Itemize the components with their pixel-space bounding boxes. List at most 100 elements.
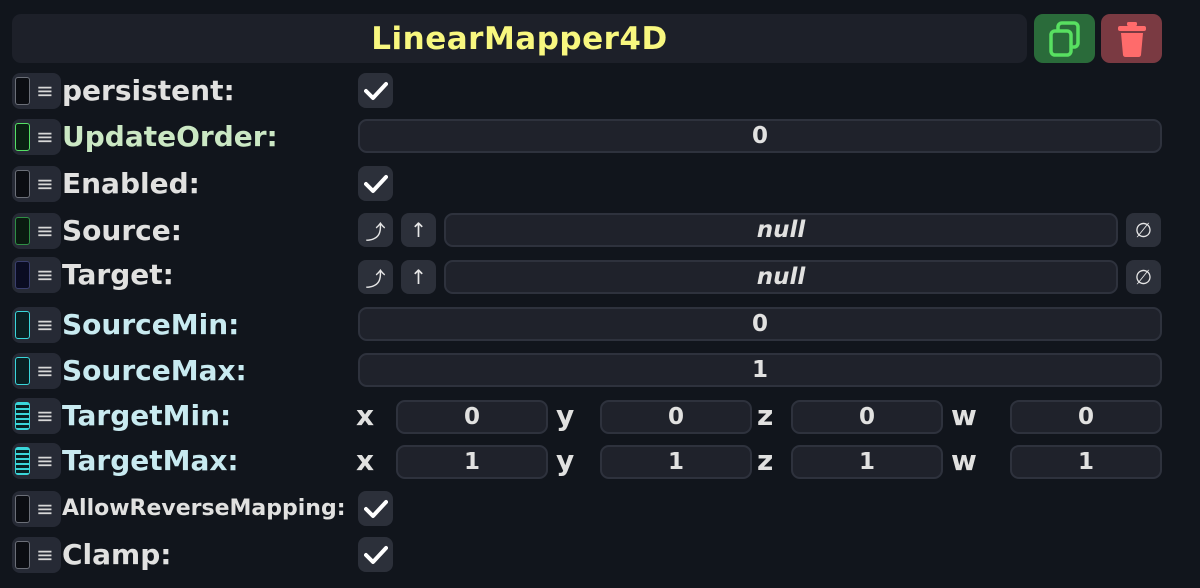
menu-icon[interactable]: ≡ xyxy=(36,360,54,382)
axis-label-y: y xyxy=(556,444,575,477)
axis-label-w: w xyxy=(951,399,977,432)
axis-label-x: x xyxy=(356,444,375,477)
field-drag-handle[interactable]: ≡ xyxy=(12,119,61,155)
field-drag-handle[interactable]: ≡ xyxy=(12,307,61,343)
duplicate-button[interactable] xyxy=(1034,14,1095,63)
target-min-z-input[interactable]: 0 xyxy=(791,400,943,434)
axis-label-w: w xyxy=(951,444,977,477)
field-type-indicator xyxy=(15,77,30,105)
field-row-source-min: ≡ SourceMin: 0 xyxy=(0,305,1200,345)
source-reference-field[interactable]: null xyxy=(444,213,1118,247)
field-label: SourceMax: xyxy=(62,354,247,387)
field-type-indicator xyxy=(15,447,30,475)
menu-icon[interactable]: ≡ xyxy=(36,220,54,242)
field-drag-handle[interactable]: ≡ xyxy=(12,443,61,479)
field-row-target-max: ≡ TargetMax: x 1 y 1 z 1 w 1 xyxy=(0,441,1200,481)
parent-reference-button[interactable]: ↑ xyxy=(401,213,436,247)
field-row-enabled: ≡ Enabled: xyxy=(0,164,1200,204)
menu-icon[interactable]: ≡ xyxy=(36,450,54,472)
checkmark-icon xyxy=(363,545,388,564)
allow-reverse-mapping-checkbox[interactable] xyxy=(358,491,393,526)
null-icon: ∅ xyxy=(1134,218,1153,242)
menu-icon[interactable]: ≡ xyxy=(36,173,54,195)
checkmark-icon xyxy=(363,499,388,518)
target-min-x-input[interactable]: 0 xyxy=(396,400,548,434)
field-drag-handle[interactable]: ≡ xyxy=(12,213,61,249)
open-reference-icon: ⤴ xyxy=(365,266,386,291)
menu-icon[interactable]: ≡ xyxy=(36,264,54,286)
field-row-source: ≡ Source: ⤴ ↑ null ∅ xyxy=(0,211,1200,251)
source-max-input[interactable]: 1 xyxy=(358,353,1162,387)
field-label: TargetMax: xyxy=(62,444,239,477)
field-label: AllowReverseMapping: xyxy=(62,496,346,521)
field-label: Enabled: xyxy=(62,167,200,200)
field-type-indicator xyxy=(15,217,30,245)
field-drag-handle[interactable]: ≡ xyxy=(12,257,61,293)
field-drag-handle[interactable]: ≡ xyxy=(12,166,61,202)
field-row-source-max: ≡ SourceMax: 1 xyxy=(0,351,1200,391)
arrow-up-icon: ↑ xyxy=(410,218,427,242)
persistent-checkbox[interactable] xyxy=(358,73,393,108)
target-max-y-input[interactable]: 1 xyxy=(600,445,752,479)
field-drag-handle[interactable]: ≡ xyxy=(12,353,61,389)
menu-icon[interactable]: ≡ xyxy=(36,80,54,102)
clear-reference-button[interactable]: ∅ xyxy=(1126,260,1161,294)
checkmark-icon xyxy=(363,81,388,100)
menu-icon[interactable]: ≡ xyxy=(36,544,54,566)
parent-reference-button[interactable]: ↑ xyxy=(401,260,436,294)
field-row-clamp: ≡ Clamp: xyxy=(0,535,1200,575)
field-drag-handle[interactable]: ≡ xyxy=(12,491,61,527)
axis-label-z: z xyxy=(757,399,774,432)
target-max-w-input[interactable]: 1 xyxy=(1010,445,1162,479)
menu-icon[interactable]: ≡ xyxy=(36,314,54,336)
trash-icon xyxy=(1117,21,1146,57)
axis-label-z: z xyxy=(757,444,774,477)
target-max-x-input[interactable]: 1 xyxy=(396,445,548,479)
arrow-up-icon: ↑ xyxy=(410,265,427,289)
field-drag-handle[interactable]: ≡ xyxy=(12,398,61,434)
duplicate-icon xyxy=(1048,20,1080,57)
open-reference-button[interactable]: ⤴ xyxy=(358,213,393,247)
field-type-indicator xyxy=(15,357,30,385)
field-row-allow-reverse-mapping: ≡ AllowReverseMapping: xyxy=(0,489,1200,529)
field-label: Source: xyxy=(62,214,182,247)
menu-icon[interactable]: ≡ xyxy=(36,126,54,148)
delete-button[interactable] xyxy=(1101,14,1162,63)
field-type-indicator xyxy=(15,261,30,289)
field-row-target-min: ≡ TargetMin: x 0 y 0 z 0 w 0 xyxy=(0,396,1200,436)
component-header: LinearMapper4D xyxy=(12,14,1027,63)
target-max-z-input[interactable]: 1 xyxy=(791,445,943,479)
field-label: Clamp: xyxy=(62,538,172,571)
clamp-checkbox[interactable] xyxy=(358,537,393,572)
field-label: persistent: xyxy=(62,74,235,107)
field-label: UpdateOrder: xyxy=(62,120,278,153)
update-order-input[interactable]: 0 xyxy=(358,119,1162,153)
field-type-indicator xyxy=(15,495,30,523)
open-reference-icon: ⤴ xyxy=(365,219,386,244)
menu-icon[interactable]: ≡ xyxy=(36,498,54,520)
field-type-indicator xyxy=(15,123,30,151)
clear-reference-button[interactable]: ∅ xyxy=(1126,213,1161,247)
field-type-indicator xyxy=(15,170,30,198)
target-reference-field[interactable]: null xyxy=(444,260,1118,294)
field-type-indicator xyxy=(15,311,30,339)
field-label: SourceMin: xyxy=(62,308,240,341)
field-label: TargetMin: xyxy=(62,399,232,432)
field-row-persistent: ≡ persistent: xyxy=(0,71,1200,111)
enabled-checkbox[interactable] xyxy=(358,166,393,201)
axis-label-y: y xyxy=(556,399,575,432)
field-type-indicator xyxy=(15,541,30,569)
menu-icon[interactable]: ≡ xyxy=(36,405,54,427)
source-min-input[interactable]: 0 xyxy=(358,307,1162,341)
field-row-update-order: ≡ UpdateOrder: 0 xyxy=(0,117,1200,157)
target-min-w-input[interactable]: 0 xyxy=(1010,400,1162,434)
axis-label-x: x xyxy=(356,399,375,432)
field-row-target: ≡ Target: ⤴ ↑ null ∅ xyxy=(0,255,1200,295)
field-label: Target: xyxy=(62,258,174,291)
field-type-indicator xyxy=(15,402,30,430)
target-min-y-input[interactable]: 0 xyxy=(600,400,752,434)
component-title: LinearMapper4D xyxy=(371,20,668,57)
field-drag-handle[interactable]: ≡ xyxy=(12,537,61,573)
open-reference-button[interactable]: ⤴ xyxy=(358,260,393,294)
field-drag-handle[interactable]: ≡ xyxy=(12,73,61,109)
